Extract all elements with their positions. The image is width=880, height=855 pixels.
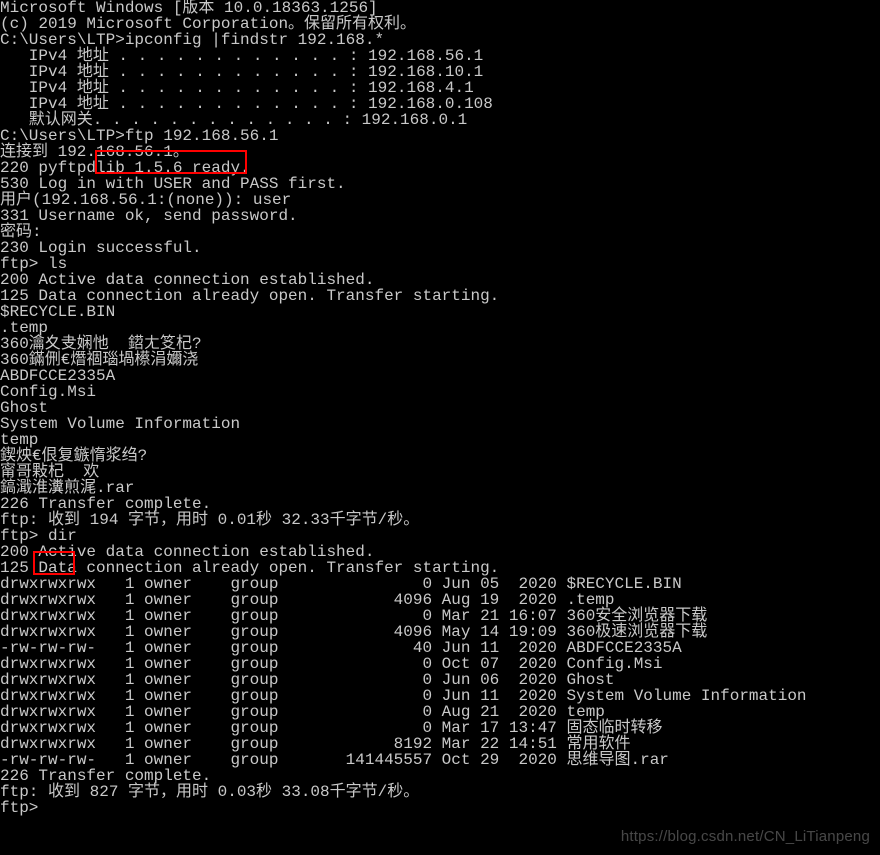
terminal-line: IPv4 地址 . . . . . . . . . . . . : 192.16… (0, 96, 880, 112)
terminal-line: 230 Login successful. (0, 240, 880, 256)
terminal-output[interactable]: Microsoft Windows [版本 10.0.18363.1256](c… (0, 0, 880, 816)
terminal-line: C:\Users\LTP>ipconfig |findstr 192.168.* (0, 32, 880, 48)
terminal-line: .temp (0, 320, 880, 336)
terminal-line: ftp> ls (0, 256, 880, 272)
terminal-line: -rw-rw-rw- 1 owner group 40 Jun 11 2020 … (0, 640, 880, 656)
terminal-line: 连接到 192.168.56.1。 (0, 144, 880, 160)
terminal-line: 220 pyftpdlib 1.5.6 ready. (0, 160, 880, 176)
watermark-text: https://blog.csdn.net/CN_LiTianpeng (621, 829, 870, 845)
terminal-line: IPv4 地址 . . . . . . . . . . . . : 192.16… (0, 48, 880, 64)
terminal-line: 125 Data connection already open. Transf… (0, 560, 880, 576)
terminal-line: Microsoft Windows [版本 10.0.18363.1256] (0, 0, 880, 16)
terminal-line: ftp> (0, 800, 880, 816)
terminal-line: $RECYCLE.BIN (0, 304, 880, 320)
terminal-line: 200 Active data connection established. (0, 272, 880, 288)
terminal-line: drwxrwxrwx 1 owner group 0 Aug 21 2020 t… (0, 704, 880, 720)
terminal-line: drwxrwxrwx 1 owner group 0 Jun 05 2020 $… (0, 576, 880, 592)
terminal-line: 鎬濈淮瀵煎浘.rar (0, 480, 880, 496)
terminal-line: 530 Log in with USER and PASS first. (0, 176, 880, 192)
terminal-line: drwxrwxrwx 1 owner group 8192 Mar 22 14:… (0, 736, 880, 752)
terminal-line: System Volume Information (0, 416, 880, 432)
terminal-line: drwxrwxrwx 1 owner group 4096 May 14 19:… (0, 624, 880, 640)
terminal-line: 360鏋侀€熸祻瑙堝櫒涓嬭浇 (0, 352, 880, 368)
terminal-line: IPv4 地址 . . . . . . . . . . . . : 192.16… (0, 80, 880, 96)
terminal-line: 331 Username ok, send password. (0, 208, 880, 224)
terminal-line: Ghost (0, 400, 880, 416)
terminal-line: 360瀹夊叏娴忚 鍣ㄤ笅杞? (0, 336, 880, 352)
terminal-line: Config.Msi (0, 384, 880, 400)
terminal-line: temp (0, 432, 880, 448)
terminal-line: C:\Users\LTP>ftp 192.168.56.1 (0, 128, 880, 144)
terminal-line: 125 Data connection already open. Transf… (0, 288, 880, 304)
terminal-line: 默认网关. . . . . . . . . . . . . : 192.168.… (0, 112, 880, 128)
terminal-line: drwxrwxrwx 1 owner group 0 Mar 17 13:47 … (0, 720, 880, 736)
terminal-line: 鍥炴€佷复鏃惰浆绉? (0, 448, 880, 464)
terminal-line: drwxrwxrwx 1 owner group 0 Oct 07 2020 C… (0, 656, 880, 672)
terminal-line: -rw-rw-rw- 1 owner group 141445557 Oct 2… (0, 752, 880, 768)
terminal-line: (c) 2019 Microsoft Corporation。保留所有权利。 (0, 16, 880, 32)
terminal-line: drwxrwxrwx 1 owner group 0 Mar 21 16:07 … (0, 608, 880, 624)
terminal-line: 200 Active data connection established. (0, 544, 880, 560)
terminal-line: 226 Transfer complete. (0, 768, 880, 784)
terminal-line: 甯哥敤杞 欢 (0, 464, 880, 480)
terminal-line: ftp: 收到 827 字节，用时 0.03秒 33.08千字节/秒。 (0, 784, 880, 800)
terminal-line: 密码: (0, 224, 880, 240)
terminal-line: ABDFCCE2335A (0, 368, 880, 384)
terminal-line: ftp> dir (0, 528, 880, 544)
terminal-line: drwxrwxrwx 1 owner group 4096 Aug 19 202… (0, 592, 880, 608)
terminal-line: drwxrwxrwx 1 owner group 0 Jun 06 2020 G… (0, 672, 880, 688)
terminal-line: ftp: 收到 194 字节，用时 0.01秒 32.33千字节/秒。 (0, 512, 880, 528)
terminal-line: 226 Transfer complete. (0, 496, 880, 512)
terminal-line: IPv4 地址 . . . . . . . . . . . . : 192.16… (0, 64, 880, 80)
terminal-line: drwxrwxrwx 1 owner group 0 Jun 11 2020 S… (0, 688, 880, 704)
terminal-line: 用户(192.168.56.1:(none)): user (0, 192, 880, 208)
